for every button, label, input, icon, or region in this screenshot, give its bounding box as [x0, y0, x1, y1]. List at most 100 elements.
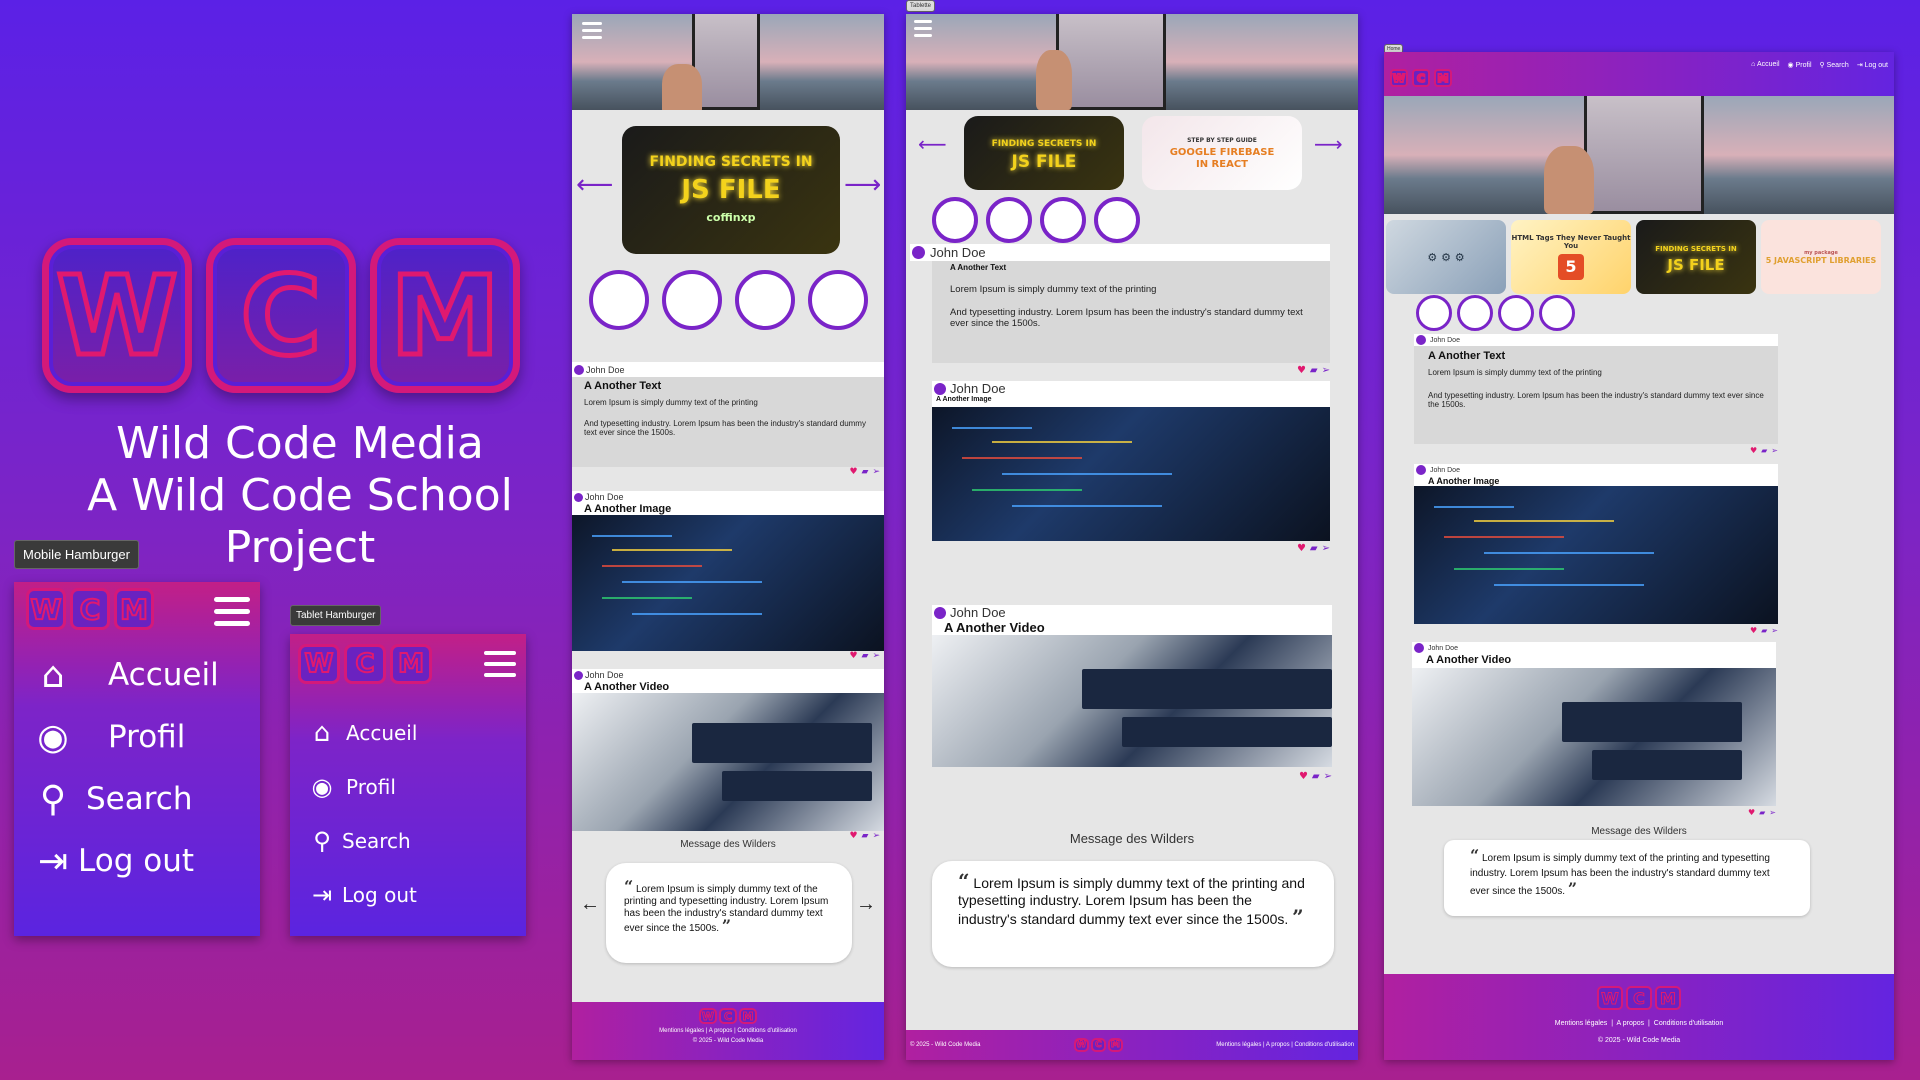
hamburger-icon[interactable]: [914, 20, 932, 37]
header-logo[interactable]: W C M: [1390, 69, 1452, 87]
footer-link-legal[interactable]: Mentions légales: [659, 1028, 704, 1034]
code-screen-image[interactable]: [572, 515, 884, 651]
footer-link-about[interactable]: A propos: [1617, 1020, 1645, 1027]
hamburger-icon[interactable]: [582, 22, 602, 39]
footer-logo[interactable]: W C M: [1073, 1038, 1123, 1052]
quote-next-arrow[interactable]: →: [856, 893, 876, 916]
carousel-dot[interactable]: [986, 197, 1032, 243]
menu-item-accueil[interactable]: ⌂ Accueil: [308, 706, 526, 760]
footer-link-legal[interactable]: Mentions légales: [1555, 1020, 1608, 1027]
carousel-dot[interactable]: [588, 270, 649, 330]
footer-link-about[interactable]: A propos: [1266, 1042, 1290, 1048]
code-screen-image[interactable]: [932, 407, 1330, 541]
carousel-next-arrow[interactable]: ⟶: [844, 170, 881, 200]
heart-icon[interactable]: ♥: [1750, 626, 1757, 638]
footer-logo[interactable]: W C M: [572, 1008, 884, 1024]
nav-profil[interactable]: ◉ Profil: [1788, 61, 1812, 69]
carousel-dot[interactable]: [734, 270, 795, 330]
menu-item-logout[interactable]: ⇥ Log out: [32, 830, 260, 892]
menu-item-search[interactable]: ⚲ Search: [308, 814, 526, 868]
code-screen-image[interactable]: [1414, 486, 1778, 624]
network-switch-video[interactable]: [572, 693, 884, 831]
footer-link-terms[interactable]: Conditions d'utilisation: [1294, 1042, 1354, 1048]
thumb-html-tags[interactable]: HTML Tags They Never Taught You 5: [1511, 220, 1631, 294]
share-icon[interactable]: ➢: [1324, 771, 1332, 787]
menu-item-profil[interactable]: ◉ Profil: [32, 706, 260, 768]
menu-item-logout[interactable]: ⇥ Log out: [308, 868, 526, 922]
network-switch-video[interactable]: [1412, 668, 1776, 806]
carousel-dot[interactable]: [1416, 295, 1452, 331]
comment-icon[interactable]: ▰: [1310, 365, 1318, 381]
heart-icon[interactable]: ♥: [1748, 808, 1755, 820]
carousel-dot[interactable]: [1040, 197, 1086, 243]
carousel-dot[interactable]: [1498, 295, 1534, 331]
share-icon[interactable]: ➢: [872, 831, 880, 845]
footer: © 2025 - Wild Code Media W C M Mentions …: [906, 1030, 1358, 1060]
carousel-dot[interactable]: [807, 270, 868, 330]
logout-icon: ⇥: [37, 840, 69, 882]
footer-link-legal[interactable]: Mentions légales: [1216, 1042, 1261, 1048]
post-video: John Doe A Another Video ♥ ▰ ➢: [932, 605, 1332, 787]
menu-item-profil[interactable]: ◉ Profil: [308, 760, 526, 814]
tablet-menu-logo[interactable]: W C M: [298, 644, 432, 684]
thumb-robots[interactable]: ⚙ ⚙ ⚙: [1386, 220, 1506, 294]
footer-link-about[interactable]: A propos: [709, 1028, 733, 1034]
post-header: John Doe: [932, 381, 1330, 396]
carousel-prev-arrow[interactable]: ⟵: [918, 132, 947, 156]
mobile-menu-logo[interactable]: W C M: [26, 588, 154, 630]
footer-link-terms[interactable]: Conditions d'utilisation: [1654, 1020, 1723, 1027]
heart-icon[interactable]: ♥: [849, 467, 857, 481]
heart-icon[interactable]: ♥: [849, 831, 857, 845]
carousel-prev-arrow[interactable]: ⟵: [576, 170, 613, 200]
comment-icon[interactable]: ▰: [1761, 626, 1767, 638]
quote-open-icon: “: [1470, 846, 1480, 865]
nav-accueil[interactable]: ⌂ Accueil: [1751, 61, 1779, 69]
desktop-page-mockup: W C M ⌂ Accueil ◉ Profil ⚲ Search ⇥ Log …: [1384, 52, 1894, 1060]
carousel-dot[interactable]: [932, 197, 978, 243]
share-icon[interactable]: ➢: [1771, 446, 1778, 458]
comment-icon[interactable]: ▰: [1310, 543, 1318, 559]
thumb-js-file[interactable]: FINDING SECRETS IN JS FILE: [1636, 220, 1756, 294]
footer-link-terms[interactable]: Conditions d'utilisation: [737, 1028, 797, 1034]
hamburger-icon[interactable]: [214, 593, 250, 626]
nav-logout[interactable]: ⇥ Log out: [1857, 61, 1888, 69]
nav-search[interactable]: ⚲ Search: [1820, 61, 1849, 69]
comment-icon[interactable]: ▰: [1761, 446, 1767, 458]
comment-icon[interactable]: ▰: [862, 831, 869, 845]
thumb-js-libraries[interactable]: my package 5 JAVASCRIPT LIBRARIES: [1761, 220, 1881, 294]
share-icon[interactable]: ➢: [872, 467, 880, 481]
post-image: John Doe A Another Image ♥ ▰ ➢: [932, 381, 1330, 559]
comment-icon[interactable]: ▰: [862, 467, 869, 481]
menu-item-accueil[interactable]: ⌂ Accueil: [32, 644, 260, 706]
heart-icon[interactable]: ♥: [1299, 771, 1308, 787]
menu-item-search[interactable]: ⚲ Search: [32, 768, 260, 830]
carousel-dot[interactable]: [1457, 295, 1493, 331]
carousel-dot[interactable]: [1539, 295, 1575, 331]
heart-icon[interactable]: ♥: [1297, 365, 1306, 381]
heart-icon[interactable]: ♥: [849, 651, 857, 665]
share-icon[interactable]: ➢: [1322, 543, 1330, 559]
logo-m: M: [114, 588, 154, 630]
comment-icon[interactable]: ▰: [1312, 771, 1320, 787]
share-icon[interactable]: ➢: [1771, 626, 1778, 638]
heart-icon[interactable]: ♥: [1297, 543, 1306, 559]
quote-prev-arrow[interactable]: ←: [580, 893, 600, 916]
comment-icon[interactable]: ▰: [862, 651, 869, 665]
comment-icon[interactable]: ▰: [1759, 808, 1765, 820]
post-actions: ♥ ▰ ➢: [1414, 626, 1778, 638]
network-switch-video[interactable]: [932, 635, 1332, 767]
post-actions: ♥ ▰ ➢: [932, 543, 1330, 559]
carousel-slide-js-file[interactable]: FINDING SECRETS IN JS FILE: [964, 116, 1124, 190]
share-icon[interactable]: ➢: [1322, 365, 1330, 381]
share-icon[interactable]: ➢: [872, 651, 880, 665]
carousel-dot[interactable]: [1094, 197, 1140, 243]
share-icon[interactable]: ➢: [1769, 808, 1776, 820]
carousel-slide-firebase[interactable]: STEP BY STEP GUIDE GOOGLE FIREBASE IN RE…: [1142, 116, 1302, 190]
hamburger-icon[interactable]: [484, 651, 516, 677]
carousel-dot[interactable]: [661, 270, 722, 330]
post-title: A Another Video: [1412, 654, 1776, 668]
carousel-slide-js-file[interactable]: FINDING SECRETS IN JS FILE coffinxp: [622, 126, 840, 254]
heart-icon[interactable]: ♥: [1750, 446, 1757, 458]
footer-logo[interactable]: W C M: [1384, 986, 1894, 1010]
carousel-next-arrow[interactable]: ⟶: [1314, 132, 1343, 156]
